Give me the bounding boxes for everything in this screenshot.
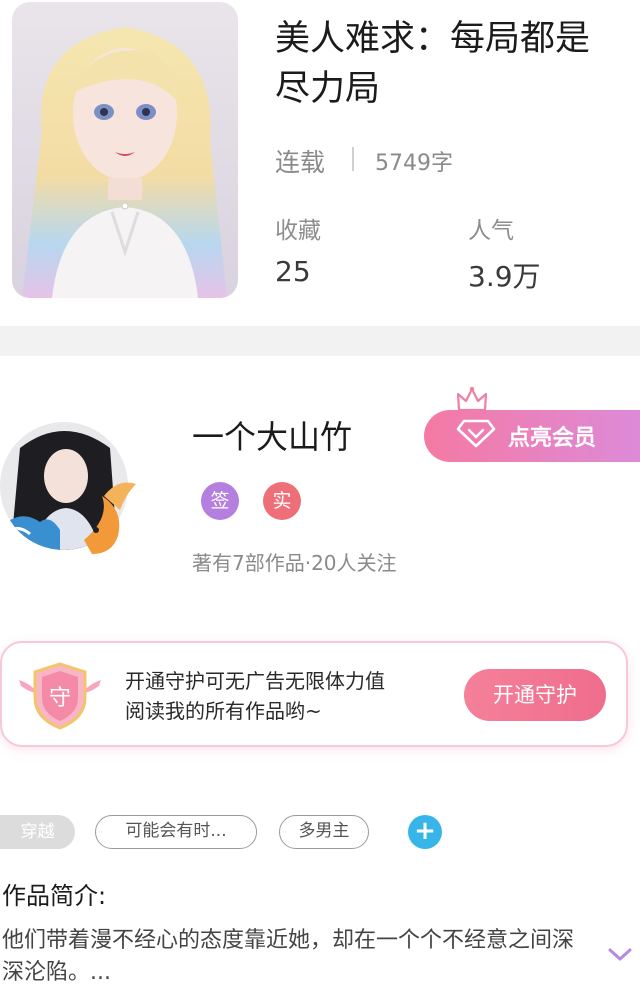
verified-badge: 实 [263,482,301,520]
word-count: 5749字 [375,151,453,176]
diamond-icon [456,418,496,454]
guard-line-2: 阅读我的所有作品哟~ [125,699,322,723]
tag-maybe[interactable]: 可能会有时... [95,815,257,849]
author-avatar[interactable] [0,418,136,554]
open-guard-button[interactable]: 开通守护 [464,669,606,721]
popularity-count: 3.9万 [468,260,541,293]
section-divider [0,326,640,356]
intro-text: 他们带着漫不经心的态度靠近她，却在一个个不经意之间深深沦陷。... [2,928,575,985]
popularity-label: 人气 [468,218,514,244]
favorites-count: 25 [275,255,311,288]
serial-status: 连载 [275,148,326,177]
author-meta: 著有7部作品·20人关注 [192,551,397,575]
add-tag-icon[interactable]: + [408,815,442,849]
vip-button[interactable]: 点亮会员 [424,410,640,462]
chevron-down-icon[interactable] [606,946,634,968]
guard-line-1: 开通守护可无广告无限体力值 [125,669,385,693]
status-divider [352,147,354,171]
guard-icon-char: 守 [49,686,71,711]
guard-shield-icon: 守 [15,660,105,736]
guard-description: 开通守护可无广告无限体力值 阅读我的所有作品哟~ [125,666,385,726]
book-cover[interactable] [12,2,238,298]
intro-title: 作品简介: [2,882,107,910]
author-name[interactable]: 一个大山竹 [192,412,352,458]
vip-button-label: 点亮会员 [508,426,597,451]
favorites-label: 收藏 [275,218,321,244]
tag-time-travel[interactable]: 穿越 [0,815,75,849]
book-title: 美人难求：每局都是尽力局 [275,19,591,109]
tag-multi-male-leads[interactable]: 多男主 [279,815,369,849]
signed-badge: 签 [201,482,239,520]
